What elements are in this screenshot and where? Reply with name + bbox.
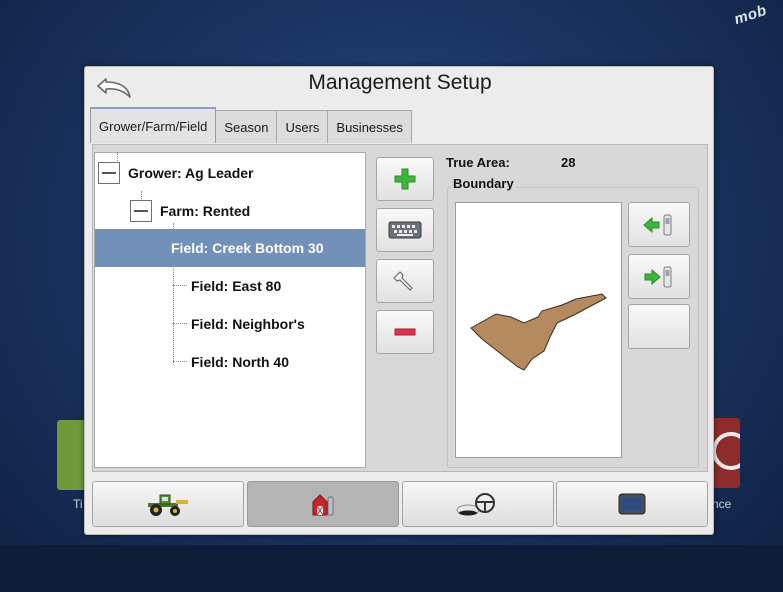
tree-item-field-creek-bottom[interactable]: Field: Creek Bottom 30 [95,229,365,267]
steering-wheel-icon [456,493,495,516]
tree-item-field-label: Field: East 80 [191,278,282,294]
dialog-title: Management Setup [308,71,492,94]
keyboard-icon [388,221,422,239]
tab-businesses[interactable]: Businesses [327,110,412,143]
collapse-icon[interactable] [98,162,120,184]
export-boundary-button[interactable] [628,254,690,299]
background-app-tile-right-label: nce [712,497,732,511]
nav-steering-button[interactable] [402,481,554,527]
minus-icon [394,328,416,336]
true-area-value: 28 [561,155,576,170]
boundary-map [455,202,622,458]
boundary-label: Boundary [451,176,516,191]
tree-item-grower[interactable]: Grower: Ag Leader [95,154,365,192]
tree-item-field-label: Field: Creek Bottom 30 [171,240,324,256]
ring-icon [712,432,740,470]
tree-item-grower-label: Grower: Ag Leader [128,165,254,181]
export-boundary-icon [644,266,672,287]
tree-item-farm-label: Farm: Rented [160,203,251,219]
display-icon [618,493,646,515]
rename-button[interactable] [376,208,434,252]
tree-item-field-label: Field: Neighbor's [191,316,305,332]
wrench-icon [393,271,413,291]
grower-farm-field-tree: Grower: Ag Leader Farm: Rented Field: Cr… [94,152,366,468]
tab-users[interactable]: Users [276,110,329,143]
field-boundary-shape [470,293,607,371]
remove-button[interactable] [376,310,434,354]
nav-tractor-button[interactable] [92,481,244,527]
tab-bar: Grower/Farm/Field Season Users Businesse… [90,107,412,143]
blank-button[interactable] [628,304,690,349]
background-app-tile-right[interactable] [710,418,740,488]
tab-season[interactable]: Season [215,110,278,143]
tree-item-field-east-80[interactable]: Field: East 80 [95,267,365,305]
bottom-bar-background [0,545,783,592]
true-area-label: True Area: [446,155,510,170]
tree-item-field-label: Field: North 40 [191,354,290,370]
bottom-navigation [92,481,708,527]
tree-item-field-neighbors[interactable]: Field: Neighbor's [95,305,365,343]
plus-icon [394,168,416,190]
barn-icon [312,494,334,516]
management-setup-dialog: Management Setup Grower/Farm/Field Seaso… [84,66,714,535]
import-boundary-button[interactable] [628,202,690,247]
add-button[interactable] [376,157,434,201]
tree-item-farm[interactable]: Farm: Rented [95,192,365,230]
collapse-icon[interactable] [130,200,152,222]
tab-grower-farm-field[interactable]: Grower/Farm/Field [90,107,217,143]
import-boundary-icon [643,214,672,235]
edit-button[interactable] [376,259,434,303]
background-app-tile-left[interactable] [57,420,87,490]
tractor-icon [148,494,188,516]
nav-display-button[interactable] [556,481,708,527]
nav-barn-button[interactable] [247,481,399,527]
background-app-tile-left-label: Ti [73,497,83,511]
tree-item-field-north-40[interactable]: Field: North 40 [95,343,365,381]
